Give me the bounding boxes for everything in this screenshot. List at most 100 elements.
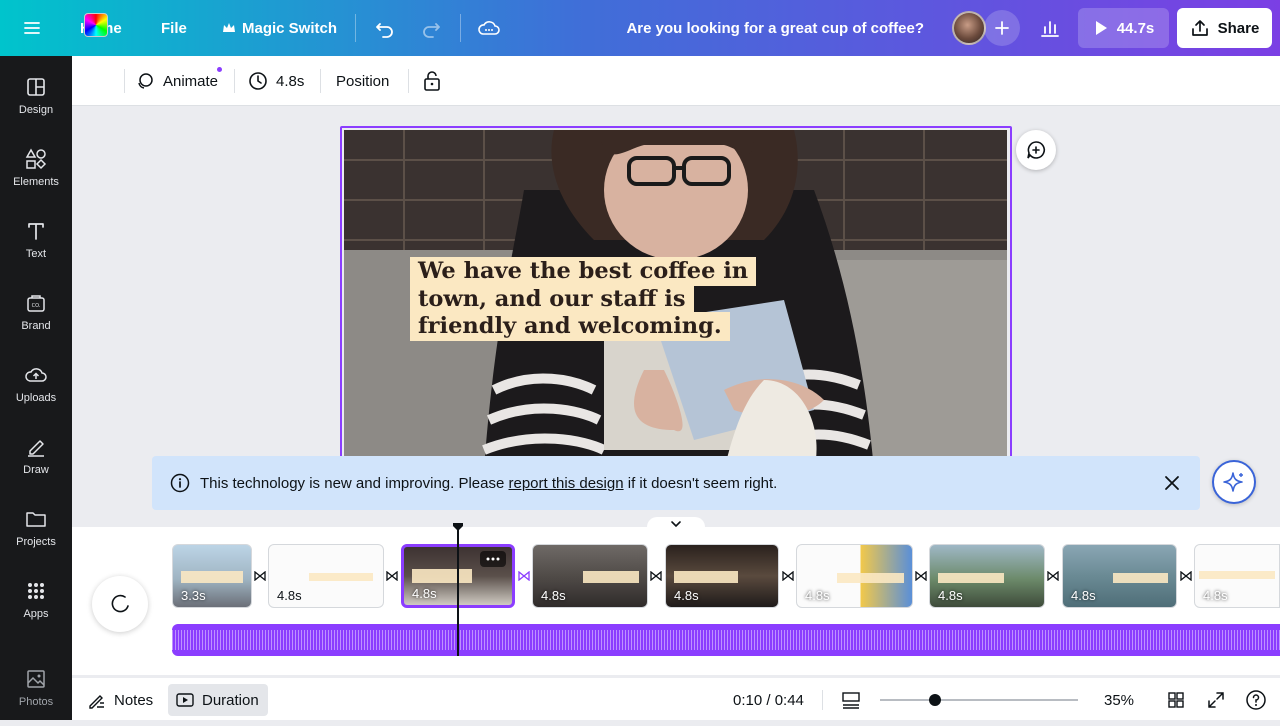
play-duration: 44.7s bbox=[1116, 19, 1155, 37]
help-button[interactable] bbox=[1245, 684, 1267, 716]
play-icon bbox=[1095, 21, 1107, 35]
avatar[interactable] bbox=[952, 11, 986, 45]
transition-button[interactable] bbox=[518, 570, 530, 582]
transition-icon bbox=[518, 571, 530, 581]
menu-button[interactable] bbox=[22, 0, 42, 56]
magic-assistant-button[interactable] bbox=[1212, 460, 1256, 504]
transition-icon bbox=[254, 571, 266, 581]
sidebar-item-apps[interactable]: Apps bbox=[0, 578, 72, 638]
duration-value: 4.8s bbox=[276, 72, 305, 90]
animate-button[interactable]: Animate bbox=[135, 56, 218, 106]
sidebar-item-projects[interactable]: Projects bbox=[0, 506, 72, 566]
share-button[interactable]: Share bbox=[1177, 8, 1272, 48]
clip-duration: 4.8s bbox=[412, 586, 437, 601]
info-icon bbox=[170, 473, 190, 493]
transition-button[interactable] bbox=[650, 570, 662, 582]
magic-switch-button[interactable]: Magic Switch bbox=[222, 0, 337, 56]
timeline-clip[interactable]: 4.8s bbox=[1194, 544, 1280, 608]
banner-text-after: if it doesn't seem right. bbox=[623, 474, 778, 492]
invite-button[interactable] bbox=[984, 10, 1020, 46]
close-icon bbox=[1165, 476, 1179, 490]
undo-button[interactable] bbox=[374, 0, 396, 56]
timeline-clip[interactable]: 4.8s bbox=[1062, 544, 1177, 608]
timeline-clip[interactable]: 4.8s bbox=[929, 544, 1045, 608]
divider bbox=[355, 14, 356, 42]
expand-icon bbox=[1208, 692, 1224, 708]
banner-message: This technology is new and improving. Pl… bbox=[200, 475, 777, 492]
clip-caption-bar bbox=[309, 573, 373, 581]
clip-duration: 4.8s bbox=[1203, 588, 1228, 603]
report-design-link[interactable]: report this design bbox=[509, 475, 624, 492]
collapse-timeline-button[interactable] bbox=[647, 517, 705, 531]
info-banner: This technology is new and improving. Pl… bbox=[152, 456, 1200, 510]
zoom-slider-track[interactable] bbox=[880, 699, 1078, 701]
timeline-clip[interactable]: 4.8s bbox=[665, 544, 779, 608]
design-title[interactable]: Are you looking for a great cup of coffe… bbox=[626, 0, 924, 56]
transition-icon bbox=[650, 571, 662, 581]
sidebar-item-brand[interactable]: CO. Brand bbox=[0, 290, 72, 350]
transition-button[interactable] bbox=[254, 570, 266, 582]
color-picker-button[interactable] bbox=[84, 13, 108, 37]
clip-more-button[interactable] bbox=[480, 551, 506, 567]
magic-switch-label: Magic Switch bbox=[242, 19, 338, 37]
transition-icon bbox=[915, 571, 927, 581]
play-box-icon bbox=[176, 693, 194, 707]
notes-button[interactable]: Notes bbox=[88, 684, 153, 716]
duration-toggle[interactable]: Duration bbox=[168, 684, 268, 716]
grid-view-button[interactable] bbox=[1167, 684, 1185, 716]
redo-button[interactable] bbox=[420, 0, 442, 56]
top-bar: Home File Magic Switch Are you looking f… bbox=[0, 0, 1280, 56]
duration-button[interactable]: 4.8s bbox=[248, 56, 304, 106]
notes-icon bbox=[89, 695, 104, 709]
audio-track[interactable] bbox=[172, 624, 1280, 656]
sidebar-item-uploads[interactable]: Uploads bbox=[0, 362, 72, 422]
scene-view-button[interactable] bbox=[841, 684, 861, 716]
add-comment-button[interactable] bbox=[1016, 130, 1056, 170]
cloud-icon bbox=[478, 21, 500, 35]
timeline-clip[interactable]: 4.8s bbox=[532, 544, 648, 608]
transition-button[interactable] bbox=[1047, 570, 1059, 582]
fullscreen-button[interactable] bbox=[1207, 684, 1225, 716]
sidebar-item-draw[interactable]: Draw bbox=[0, 434, 72, 494]
banner-text-before: This technology is new and improving. Pl… bbox=[200, 474, 509, 492]
clip-duration: 4.8s bbox=[805, 588, 830, 603]
transition-icon bbox=[782, 571, 794, 581]
sidebar-item-design[interactable]: Design bbox=[0, 74, 72, 134]
plus-icon bbox=[995, 21, 1009, 35]
zoom-level[interactable]: 35% bbox=[1104, 684, 1134, 716]
timeline-clip[interactable]: 4.8s bbox=[268, 544, 384, 608]
share-label: Share bbox=[1217, 19, 1260, 37]
time-readout: 0:10 / 0:44 bbox=[733, 691, 804, 709]
sidebar-item-elements[interactable]: Elements bbox=[0, 146, 72, 206]
transition-icon bbox=[1180, 571, 1192, 581]
lock-button[interactable] bbox=[422, 56, 442, 106]
comment-plus-icon bbox=[1027, 141, 1045, 159]
cloud-save-status[interactable] bbox=[477, 0, 501, 56]
animate-icon bbox=[138, 73, 153, 89]
transition-button[interactable] bbox=[1180, 570, 1192, 582]
clip-duration: 4.8s bbox=[674, 588, 699, 603]
transition-button[interactable] bbox=[782, 570, 794, 582]
photos-icon bbox=[27, 670, 45, 688]
timeline-clip[interactable]: 4.8s bbox=[796, 544, 913, 608]
clip-caption-bar bbox=[837, 573, 904, 583]
new-badge-dot bbox=[217, 67, 222, 72]
spinner-icon bbox=[111, 594, 129, 613]
sparkle-icon bbox=[1223, 472, 1243, 492]
sidebar-item-photos[interactable]: Photos bbox=[0, 666, 72, 726]
crown-icon bbox=[223, 23, 235, 32]
file-menu[interactable]: File bbox=[161, 0, 187, 56]
clip-duration: 4.8s bbox=[938, 588, 963, 603]
timeline-clip[interactable]: 3.3s bbox=[172, 544, 252, 608]
playhead[interactable] bbox=[457, 528, 459, 656]
sidebar-item-text[interactable]: Text bbox=[0, 218, 72, 278]
transition-button[interactable] bbox=[386, 570, 398, 582]
transition-button[interactable] bbox=[915, 570, 927, 582]
canvas-caption[interactable]: We have the best coffee in town, and our… bbox=[410, 257, 757, 341]
close-banner-button[interactable] bbox=[1162, 473, 1182, 493]
caption-text: We have the best coffee in town, and our… bbox=[410, 257, 757, 341]
position-button[interactable]: Position bbox=[336, 56, 389, 106]
play-button[interactable]: 44.7s bbox=[1078, 8, 1169, 48]
clip-caption-bar bbox=[583, 571, 639, 583]
insights-button[interactable] bbox=[1030, 8, 1070, 48]
